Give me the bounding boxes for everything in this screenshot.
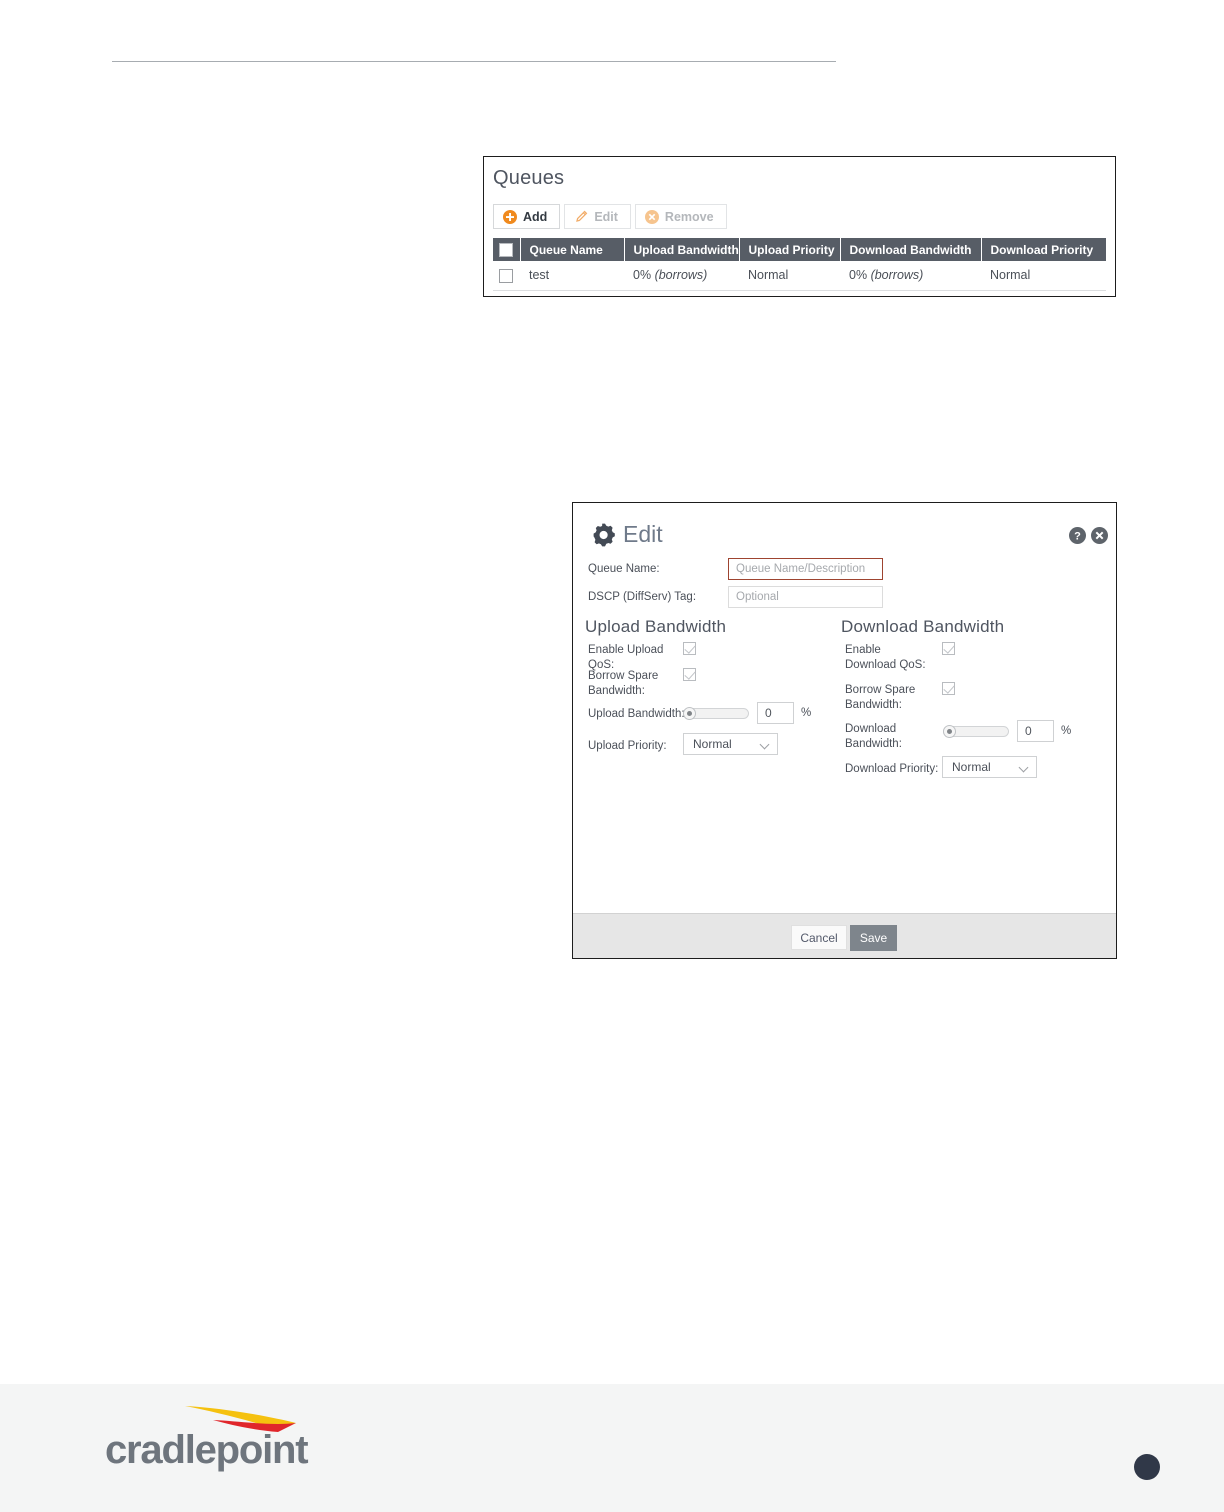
download-bandwidth-value: 0 — [1025, 724, 1032, 738]
row-checkbox[interactable] — [499, 268, 513, 283]
upload-priority-value: Normal — [693, 737, 732, 751]
dialog-header: Edit ? — [573, 503, 1116, 565]
column-header-queue-name[interactable]: Queue Name — [520, 238, 625, 261]
borrow-upload-checkbox[interactable] — [683, 668, 696, 681]
column-header-upload-priority[interactable]: Upload Priority — [739, 238, 841, 261]
select-all-checkbox[interactable] — [499, 242, 513, 257]
queue-name-label: Queue Name: — [588, 563, 660, 575]
queues-panel: Queues Add Edit Remove Queue Name Upload… — [483, 156, 1116, 297]
edit-button[interactable]: Edit — [564, 204, 631, 229]
x-circle-icon — [644, 209, 659, 224]
download-priority-label: Download Priority: — [845, 763, 939, 775]
cell-download-bandwidth: 0% (borrows) — [840, 261, 981, 291]
enable-download-qos-label: Enable Download QoS: — [845, 644, 926, 671]
download-priority-label-wrap: Download Priority: — [845, 762, 938, 777]
header-divider — [112, 61, 836, 62]
borrow-download-row: Borrow Spare Bandwidth: — [845, 683, 935, 713]
cell-queue-name: test — [520, 261, 624, 291]
cell-upload-bandwidth-value: 0% — [633, 268, 652, 283]
cell-upload-priority: Normal — [739, 261, 840, 291]
queues-panel-title: Queues — [493, 167, 565, 189]
dscp-input[interactable]: Optional — [728, 586, 883, 608]
dialog-footer: Cancel Save — [573, 913, 1116, 958]
column-header-download-bandwidth[interactable]: Download Bandwidth — [840, 238, 982, 261]
queue-name-label-wrap: Queue Name: — [588, 562, 660, 577]
borrow-upload-label: Borrow Spare Bandwidth: — [588, 670, 659, 697]
download-bandwidth-label-wrap: Download Bandwidth: — [845, 722, 925, 752]
add-button-label: Add — [523, 209, 548, 224]
cradlepoint-logo: cradlepoint — [100, 1402, 330, 1482]
upload-priority-label: Upload Priority: — [588, 740, 667, 752]
table-header-row: Queue Name Upload Bandwidth Upload Prior… — [493, 238, 1106, 261]
chevron-down-icon — [761, 741, 770, 747]
pencil-icon — [574, 210, 588, 224]
upload-section-title: Upload Bandwidth — [585, 617, 727, 636]
upload-bandwidth-value: 0 — [765, 706, 772, 720]
download-slider-handle[interactable] — [943, 725, 956, 738]
edit-button-label: Edit — [594, 209, 618, 224]
help-icon[interactable]: ? — [1069, 527, 1086, 544]
borrow-download-checkbox[interactable] — [942, 682, 955, 695]
page-footer: cradlepoint — [0, 1384, 1224, 1512]
save-button[interactable]: Save — [850, 925, 897, 951]
queues-table: Queue Name Upload Bandwidth Upload Prior… — [493, 238, 1106, 291]
download-bandwidth-input[interactable]: 0 — [1017, 720, 1054, 742]
upload-bandwidth-label-wrap: Upload Bandwidth: — [588, 707, 685, 722]
borrow-upload-row: Borrow Spare Bandwidth: — [588, 669, 683, 699]
cell-download-bandwidth-value: 0% — [849, 268, 868, 283]
table-row[interactable]: test 0% (borrows) Normal 0% (borrows) No… — [493, 261, 1106, 291]
dscp-label-wrap: DSCP (DiffServ) Tag: — [588, 590, 696, 605]
cell-upload-bandwidth: 0% (borrows) — [624, 261, 739, 291]
enable-download-qos-checkbox[interactable] — [942, 642, 955, 655]
plus-circle-icon — [503, 209, 517, 224]
enable-upload-qos-checkbox[interactable] — [683, 642, 696, 655]
dialog-body: Queue Name: Queue Name/Description DSCP … — [573, 558, 1116, 958]
upload-bandwidth-input[interactable]: 0 — [757, 702, 794, 724]
upload-slider-handle[interactable] — [683, 707, 696, 720]
edit-queue-dialog: Edit ? Queue Name: Queue Name/Descriptio… — [572, 502, 1117, 959]
remove-button-label: Remove — [664, 209, 714, 224]
queues-toolbar: Add Edit Remove — [493, 204, 731, 229]
svg-text:?: ? — [1074, 530, 1081, 542]
upload-priority-label-wrap: Upload Priority: — [588, 739, 667, 754]
upload-bandwidth-unit: % — [801, 707, 812, 719]
cancel-button[interactable]: Cancel — [791, 925, 847, 950]
close-icon[interactable] — [1091, 527, 1108, 544]
borrow-download-label: Borrow Spare Bandwidth: — [845, 684, 916, 711]
download-bandwidth-unit: % — [1061, 725, 1072, 737]
gear-icon — [593, 523, 617, 547]
column-header-download-priority[interactable]: Download Priority — [981, 238, 1106, 261]
dscp-label: DSCP (DiffServ) Tag: — [588, 591, 697, 603]
upload-bandwidth-slider[interactable] — [683, 707, 749, 720]
queue-name-input-placeholder: Queue Name/Description — [736, 563, 866, 575]
upload-priority-select[interactable]: Normal — [683, 733, 778, 755]
row-select-cell[interactable] — [493, 261, 520, 291]
download-section-title: Download Bandwidth — [841, 617, 1005, 636]
cradlepoint-wordmark: cradlepoint — [105, 1428, 309, 1472]
download-priority-value: Normal — [952, 760, 991, 774]
cell-upload-bandwidth-note: (borrows) — [654, 268, 708, 283]
download-priority-select[interactable]: Normal — [942, 756, 1037, 778]
remove-button[interactable]: Remove — [634, 204, 727, 229]
add-button[interactable]: Add — [493, 204, 561, 229]
download-bandwidth-slider[interactable] — [943, 725, 1009, 738]
upload-bandwidth-label: Upload Bandwidth: — [588, 708, 685, 720]
chevron-down-icon — [1020, 764, 1029, 770]
download-bandwidth-label: Download Bandwidth: — [845, 723, 902, 750]
cell-download-bandwidth-note: (borrows) — [870, 268, 924, 283]
enable-download-qos-row: Enable Download QoS: — [845, 643, 935, 673]
queue-name-input[interactable]: Queue Name/Description — [728, 558, 883, 580]
dscp-input-placeholder: Optional — [736, 591, 779, 603]
page-number-marker — [1134, 1454, 1160, 1480]
dialog-title: Edit — [623, 521, 663, 547]
cell-download-priority: Normal — [981, 261, 1106, 291]
select-all-header[interactable] — [493, 238, 521, 261]
column-header-upload-bandwidth[interactable]: Upload Bandwidth — [624, 238, 740, 261]
